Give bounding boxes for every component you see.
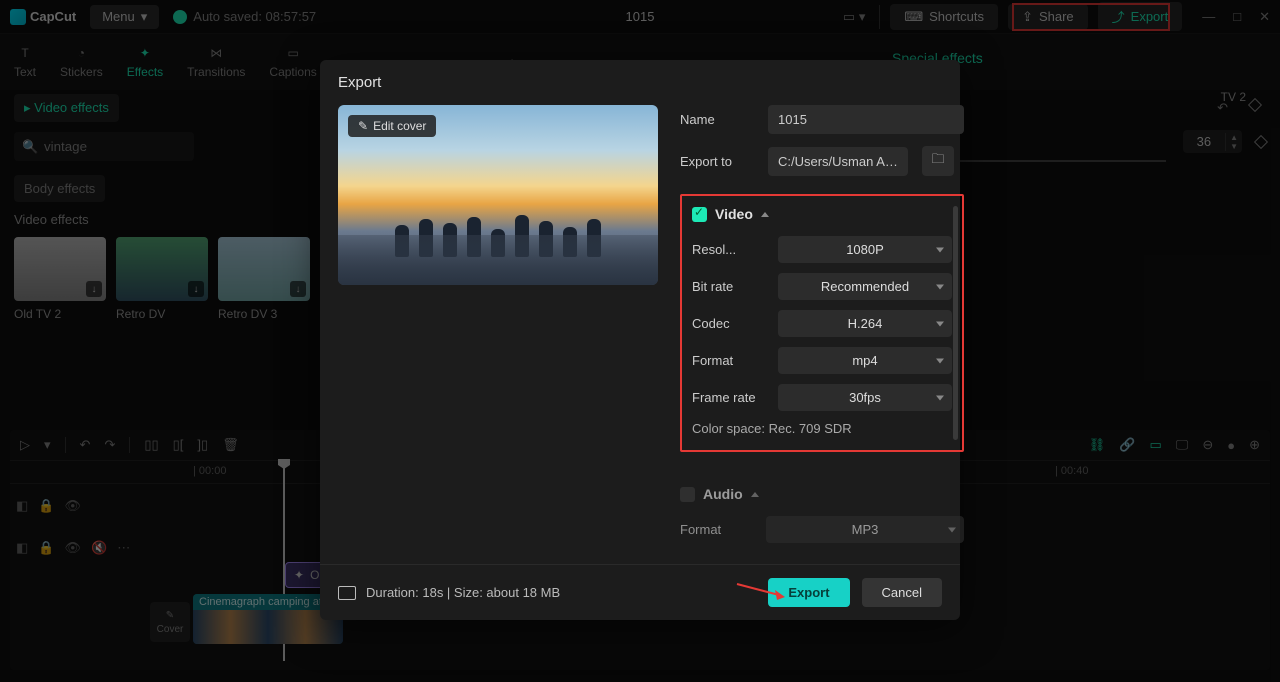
codec-label: Codec <box>692 316 764 331</box>
framerate-label: Frame rate <box>692 390 764 405</box>
cancel-button[interactable]: Cancel <box>862 578 942 607</box>
modal-title: Export <box>320 60 960 105</box>
chevron-down-icon <box>948 527 956 532</box>
codec-value: H.264 <box>848 316 883 331</box>
audio-format-dropdown[interactable]: MP3 <box>766 516 964 543</box>
name-label: Name <box>680 112 754 127</box>
audio-format-value: MP3 <box>852 522 879 537</box>
resolution-dropdown[interactable]: 1080P <box>778 236 952 263</box>
collapse-caret-icon[interactable] <box>761 212 769 217</box>
format-label: Format <box>692 353 764 368</box>
edit-cover-label: Edit cover <box>373 119 426 133</box>
bitrate-label: Bit rate <box>692 279 764 294</box>
folder-icon: 🗀 <box>931 150 944 172</box>
chevron-down-icon <box>936 395 944 400</box>
annotation-highlight-video-settings: Video Resol...1080P Bit rateRecommended … <box>680 194 964 452</box>
codec-dropdown[interactable]: H.264 <box>778 310 952 337</box>
edit-cover-button[interactable]: ✎ Edit cover <box>348 115 436 137</box>
audio-format-label: Format <box>680 522 752 537</box>
scrollbar[interactable] <box>953 206 958 440</box>
video-checkbox[interactable] <box>692 207 707 222</box>
export-confirm-button[interactable]: Export <box>768 578 849 607</box>
audio-checkbox[interactable] <box>680 487 695 502</box>
export-path: C:/Users/Usman Ali N... <box>768 147 908 176</box>
name-input[interactable] <box>768 105 964 134</box>
resolution-value: 1080P <box>846 242 884 257</box>
chevron-down-icon <box>936 321 944 326</box>
chevron-down-icon <box>936 284 944 289</box>
chevron-down-icon <box>936 358 944 363</box>
format-dropdown[interactable]: mp4 <box>778 347 952 374</box>
footer-info: Duration: 18s | Size: about 18 MB <box>366 585 560 600</box>
film-icon <box>338 586 356 600</box>
resolution-label: Resol... <box>692 242 764 257</box>
export-to-label: Export to <box>680 154 754 169</box>
bitrate-dropdown[interactable]: Recommended <box>778 273 952 300</box>
bitrate-value: Recommended <box>821 279 909 294</box>
collapse-caret-icon[interactable] <box>751 492 759 497</box>
export-preview: ✎ Edit cover <box>338 105 658 285</box>
framerate-value: 30fps <box>849 390 881 405</box>
format-value: mp4 <box>852 353 877 368</box>
color-space-text: Color space: Rec. 709 SDR <box>692 421 952 436</box>
browse-folder-button[interactable]: 🗀 <box>922 146 954 176</box>
chevron-down-icon <box>936 247 944 252</box>
video-section-label: Video <box>715 206 753 222</box>
export-modal: Export ✎ Edit cover Name Export to C:/Us… <box>320 60 960 620</box>
framerate-dropdown[interactable]: 30fps <box>778 384 952 411</box>
audio-section-label: Audio <box>703 486 743 502</box>
